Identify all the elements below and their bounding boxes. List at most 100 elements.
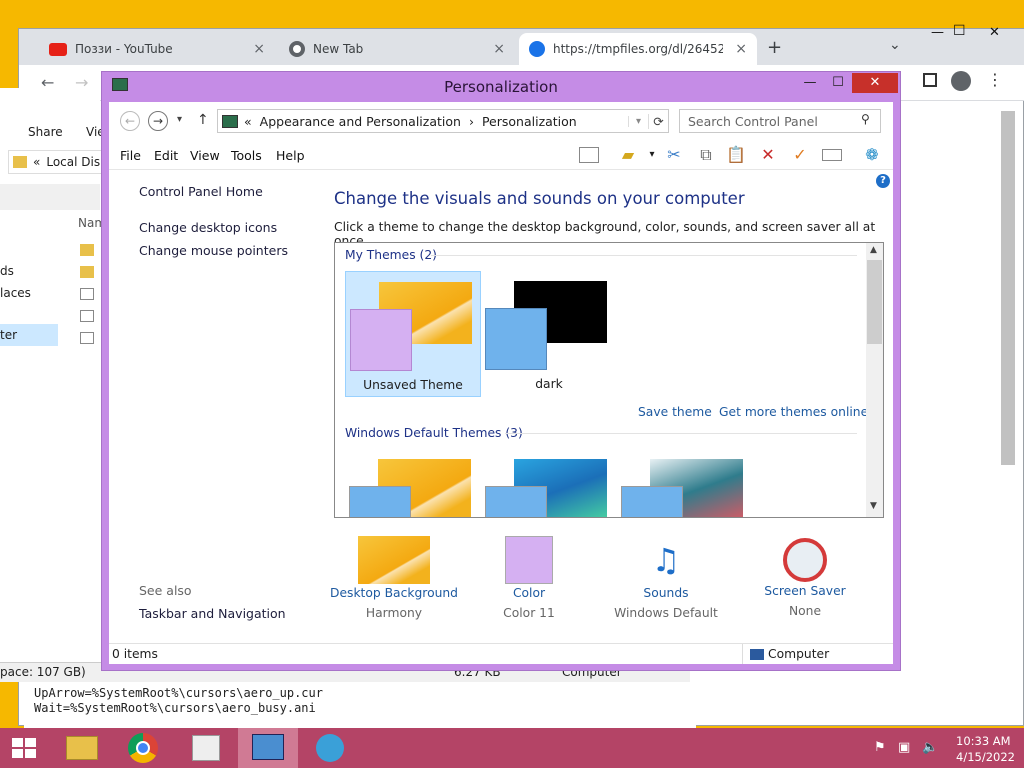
menu-help[interactable]: Help — [276, 148, 305, 163]
taskbar-personalization[interactable] — [300, 728, 360, 768]
menu-bar: File Edit View Tools Help ▰ ▾ ✂ ⧉ 📋 ✕ ✓ … — [109, 140, 893, 170]
taskbar-control-panel[interactable] — [238, 728, 298, 768]
menu-tools[interactable]: Tools — [231, 148, 262, 163]
save-theme-link[interactable]: Save theme — [638, 405, 712, 419]
title-bar[interactable]: Personalization — ☐ ✕ — [102, 72, 900, 102]
notepad-content[interactable]: UpArrow=%SystemRoot%\cursors\aero_up.cur… — [24, 684, 696, 728]
search-input[interactable]: Search Control Panel — [679, 109, 881, 133]
taskbar: ⚑ ▣ 🔈 10:33 AM 4/15/2022 — [0, 728, 1024, 768]
theme-windows[interactable] — [345, 449, 481, 517]
folder-options-icon[interactable]: ▰ — [617, 144, 639, 166]
chrome-minimize-button[interactable]: — — [931, 25, 944, 40]
theme-label: Unsaved Theme — [363, 378, 463, 392]
theme-flowers[interactable] — [617, 449, 753, 517]
folder-dropdown-icon[interactable]: ▾ — [641, 144, 663, 166]
menu-file[interactable]: File — [120, 148, 141, 163]
breadcrumb-appearance[interactable]: Appearance and Personalization — [260, 114, 461, 129]
breadcrumb-prefix[interactable]: « — [244, 114, 252, 129]
color-link[interactable]: Color — [459, 586, 599, 600]
change-mouse-pointers-link[interactable]: Change mouse pointers — [139, 243, 288, 258]
screen-saver-setting[interactable]: Screen Saver None — [735, 536, 875, 618]
scrollbar-thumb[interactable] — [867, 260, 882, 344]
change-desktop-icons-link[interactable]: Change desktop icons — [139, 220, 277, 235]
menu-view[interactable]: View — [190, 148, 220, 163]
sounds-icon: ♫ — [651, 541, 681, 579]
scroll-down-icon[interactable]: ▼ — [870, 501, 877, 511]
taskbar-navigation-link[interactable]: Taskbar and Navigation — [139, 606, 286, 621]
address-path[interactable]: Local Disk — [46, 155, 107, 169]
scroll-up-icon[interactable]: ▲ — [870, 245, 877, 255]
sounds-setting[interactable]: ♫ Sounds Windows Default — [596, 536, 736, 620]
recent-pages-chevron-icon[interactable]: ▾ — [177, 114, 182, 125]
desktop-background-setting[interactable]: Desktop Background Harmony — [324, 536, 464, 620]
forward-button[interactable]: → — [148, 111, 168, 131]
refresh-icon[interactable]: ⟳ — [648, 113, 668, 129]
layout-pane-icon[interactable] — [579, 147, 599, 163]
back-button[interactable]: ← — [120, 111, 140, 131]
see-also-label: See also — [139, 583, 192, 598]
checkmark-icon[interactable]: ✓ — [789, 144, 811, 166]
shell-icon[interactable]: ❁ — [861, 144, 883, 166]
close-button[interactable]: ✕ — [852, 73, 898, 93]
address-bar[interactable]: « Appearance and Personalization › Perso… — [217, 109, 669, 133]
status-bar: 0 items Computer — [109, 643, 893, 664]
nav-item-selected[interactable]: ter — [0, 328, 17, 342]
maximize-button[interactable]: ☐ — [824, 73, 852, 93]
volume-muted-icon[interactable]: 🔈 — [922, 740, 938, 755]
chrome-close-button[interactable]: ✕ — [989, 25, 1000, 40]
chrome-tab-youtube[interactable]: Поззи - YouTube × — [39, 33, 275, 65]
personalization-icon — [316, 734, 344, 762]
taskbar-app[interactable] — [176, 728, 236, 768]
side-panel-icon[interactable] — [923, 73, 937, 87]
clock-date[interactable]: 4/15/2022 — [956, 750, 1015, 764]
computer-icon — [750, 649, 764, 660]
new-tab-button[interactable]: + — [767, 37, 782, 58]
desktop-background-link[interactable]: Desktop Background — [324, 586, 464, 600]
tab-search-icon[interactable]: ⌄ — [889, 37, 901, 53]
close-tab-icon[interactable]: × — [253, 41, 265, 57]
flag-icon[interactable]: ⚑ — [874, 740, 886, 755]
theme-dark[interactable]: dark — [481, 271, 617, 397]
theme-color-swatch — [349, 486, 411, 517]
menu-edit[interactable]: Edit — [154, 148, 178, 163]
chrome-menu-icon[interactable]: ⋮ — [987, 70, 1003, 89]
control-panel-home-link[interactable]: Control Panel Home — [139, 184, 263, 199]
clock-time[interactable]: 10:33 AM — [956, 734, 1011, 748]
up-arrow-icon[interactable]: ↑ — [197, 112, 209, 128]
chrome-tab-title: https://tmpfiles.org/dl/264524/d — [553, 42, 723, 56]
taskbar-chrome[interactable] — [114, 728, 174, 768]
profile-avatar-icon[interactable] — [951, 71, 971, 91]
color-setting[interactable]: Color Color 11 — [459, 536, 599, 620]
chrome-tab-newtab[interactable]: New Tab × — [279, 33, 515, 65]
address-dropdown-icon[interactable]: ▾ — [628, 115, 648, 127]
chrome-tab-tmpfiles[interactable]: https://tmpfiles.org/dl/264524/d × — [519, 33, 757, 65]
get-more-themes-link[interactable]: Get more themes online — [719, 405, 868, 419]
theme-list-scrollbar[interactable]: ▲ ▼ — [866, 243, 883, 517]
close-tab-icon[interactable]: × — [735, 41, 747, 57]
network-icon[interactable]: ▣ — [898, 740, 910, 755]
ribbon-tab-share[interactable]: Share — [28, 125, 63, 139]
breadcrumb-separator[interactable]: › — [469, 114, 474, 129]
theme-unsaved[interactable]: Unsaved Theme — [345, 271, 481, 397]
screen-saver-link[interactable]: Screen Saver — [735, 584, 875, 598]
left-navigation-pane: Control Panel Home Change desktop icons … — [109, 170, 324, 650]
chrome-maximize-button[interactable]: ☐ — [953, 23, 966, 39]
cut-icon[interactable]: ✂ — [663, 144, 685, 166]
start-button[interactable] — [12, 738, 36, 758]
page-title: Change the visuals and sounds on your co… — [334, 189, 745, 208]
breadcrumb-personalization[interactable]: Personalization — [482, 114, 577, 129]
taskbar-file-explorer[interactable] — [52, 728, 112, 768]
delete-icon[interactable]: ✕ — [757, 144, 779, 166]
sounds-link[interactable]: Sounds — [596, 586, 736, 600]
wallpaper-preview-icon — [358, 536, 430, 584]
nav-item[interactable]: ds — [0, 264, 14, 278]
minimize-button[interactable]: — — [796, 73, 824, 93]
paste-icon[interactable]: 📋 — [725, 144, 747, 166]
properties-icon[interactable] — [822, 149, 842, 161]
copy-icon[interactable]: ⧉ — [695, 144, 717, 166]
chrome-scrollbar-thumb[interactable] — [1001, 111, 1015, 465]
folder-icon — [80, 266, 94, 278]
nav-item[interactable]: laces — [0, 286, 31, 300]
theme-lines-and-colors[interactable] — [481, 449, 617, 517]
close-tab-icon[interactable]: × — [493, 41, 505, 57]
